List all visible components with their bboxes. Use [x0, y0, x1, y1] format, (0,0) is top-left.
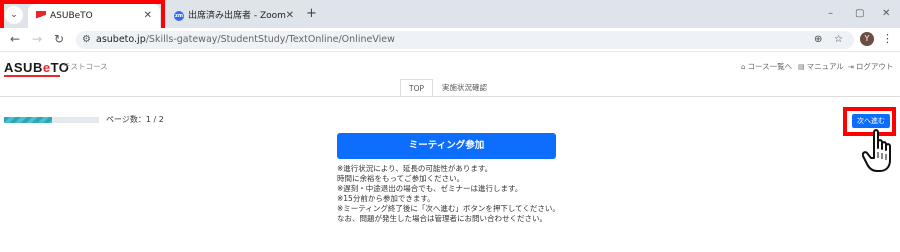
- zoom-icon[interactable]: ⊕: [814, 32, 822, 48]
- logout-link[interactable]: ⇥ ログアウト: [848, 61, 893, 72]
- site-info-icon[interactable]: ⚙: [82, 32, 91, 48]
- manual-icon: ▤: [798, 63, 805, 71]
- asubeto-logo[interactable]: ASUBeTO: [4, 60, 69, 75]
- progress-fill: [4, 117, 52, 123]
- next-button[interactable]: 次へ進む: [852, 114, 890, 128]
- note-line: ※15分前から参加できます。: [337, 194, 435, 203]
- tab-top[interactable]: TOP: [400, 79, 433, 97]
- hand-pointer-icon: [862, 129, 891, 172]
- new-tab-button[interactable]: +: [306, 6, 317, 22]
- reload-icon[interactable]: ↻: [54, 31, 64, 47]
- notes: ※進行状況により、延長の可能性があります。 時間に余裕をもってご参加ください。 …: [337, 164, 597, 224]
- tab-divider: [0, 96, 900, 97]
- note-line: 時間に余裕をもってご参加ください。: [337, 174, 465, 183]
- manual-link[interactable]: ▤ マニュアル: [798, 61, 844, 72]
- profile-avatar[interactable]: Y: [860, 32, 874, 46]
- tab-progress-status[interactable]: 実施状況確認: [442, 79, 487, 97]
- note-line: なお、問題が発生した場合は管理者にお問い合わせください。: [337, 214, 547, 223]
- back-icon[interactable]: ←: [10, 31, 20, 47]
- window-close-button[interactable]: ✕: [882, 6, 890, 22]
- note-line: ※進行状況により、延長の可能性があります。: [337, 164, 493, 173]
- address-bar[interactable]: ⚙ asubeto.jp/Skills-gateway/StudentStudy…: [76, 31, 854, 49]
- forward-icon[interactable]: →: [32, 31, 42, 47]
- zoom-favicon-icon: zm: [174, 11, 184, 21]
- url-text: asubeto.jp/Skills-gateway/StudentStudy/T…: [96, 34, 395, 45]
- logo-underline: [4, 75, 60, 77]
- course-name: テストコース: [63, 62, 108, 71]
- logout-icon: ⇥: [848, 63, 854, 71]
- maximize-button[interactable]: ▢: [855, 6, 864, 22]
- home-icon: ⌂: [741, 63, 746, 71]
- note-line: ※ミーティング終了後に「次へ進む」ボタンを押下してください。: [337, 204, 560, 213]
- minimize-button[interactable]: –: [828, 6, 833, 22]
- close-icon[interactable]: ✕: [286, 4, 294, 28]
- bookmark-star-icon[interactable]: ☆: [834, 32, 843, 48]
- page-count: ページ数：1 / 2: [106, 115, 164, 124]
- tab-zoom[interactable]: zm 出席済み出席者 - Zoom ✕: [166, 4, 302, 28]
- join-meeting-button[interactable]: ミーティング参加: [337, 133, 556, 159]
- note-line: ※遅刻・中途退出の場合でも、ゼミナーは進行します。: [337, 184, 523, 193]
- browser-toolbar: ← → ↻ ⚙ asubeto.jp/Skills-gateway/Studen…: [0, 28, 900, 52]
- tab-title: 出席済み出席者 - Zoom: [188, 11, 286, 21]
- menu-icon[interactable]: ⋮: [882, 32, 893, 46]
- progress-bar: [4, 117, 99, 123]
- course-list-link[interactable]: ⌂ コース一覧へ: [741, 61, 792, 72]
